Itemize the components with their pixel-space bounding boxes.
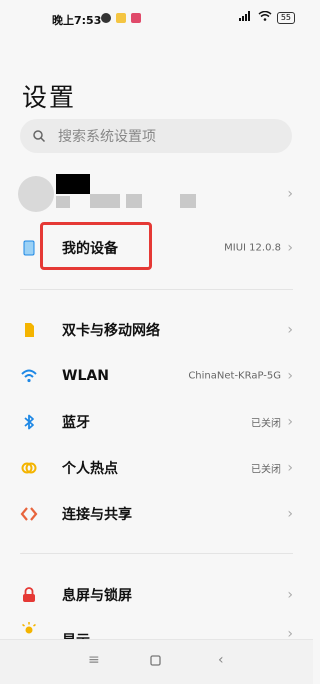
row-bluetooth[interactable]: 蓝牙 已关闭 › (0, 399, 313, 445)
chevron-right-icon: › (287, 587, 293, 603)
search-icon (33, 130, 46, 143)
search-placeholder: 搜索系统设置项 (58, 129, 156, 145)
row-label: 双卡与移动网络 (62, 323, 160, 339)
row-display[interactable]: 显示 › (0, 618, 313, 640)
divider (20, 289, 293, 290)
row-value: 已关闭 (251, 464, 281, 476)
home-icon[interactable] (150, 654, 161, 670)
row-value: ChinaNet-KRaP-5G (188, 370, 281, 382)
status-icons: 55 (238, 10, 295, 24)
back-icon[interactable]: ‹ (218, 652, 224, 668)
redacted-detail (180, 194, 196, 208)
device-icon (20, 239, 38, 257)
share-icon (20, 505, 38, 523)
search-input[interactable]: 搜索系统设置项 (20, 119, 292, 153)
menu-icon[interactable]: ≡ (88, 652, 100, 668)
sim-icon (20, 321, 38, 339)
battery-icon: 55 (276, 11, 295, 24)
status-time: 晚上7:53 (52, 14, 102, 27)
row-label: 连接与共享 (62, 507, 132, 523)
chevron-right-icon: › (287, 322, 293, 338)
row-label: 个人热点 (62, 461, 118, 477)
hotspot-icon (20, 459, 38, 477)
redacted-detail (126, 194, 142, 208)
wifi-status-icon (258, 10, 272, 24)
chevron-right-icon: › (287, 240, 293, 256)
row-hotspot[interactable]: 个人热点 已关闭 › (0, 445, 313, 491)
divider (20, 553, 293, 554)
row-wlan[interactable]: WLAN ChinaNet-KRaP-5G › (0, 353, 313, 399)
bluetooth-icon (20, 413, 38, 431)
redacted-name (56, 174, 90, 194)
chevron-right-icon: › (287, 506, 293, 522)
qq-icon (101, 13, 111, 23)
redacted-detail (56, 196, 70, 208)
wifi-icon (20, 367, 38, 385)
row-connection-sharing[interactable]: 连接与共享 › (0, 491, 313, 537)
page-title: 设置 (22, 83, 77, 112)
chevron-right-icon: › (287, 414, 293, 430)
row-lock-screen[interactable]: 息屏与锁屏 › (0, 572, 313, 618)
row-value: MIUI 12.0.8 (224, 242, 281, 254)
redacted-detail (90, 194, 120, 208)
row-label: WLAN (62, 368, 109, 384)
row-label: 息屏与锁屏 (62, 588, 132, 604)
highlight-box (40, 222, 152, 270)
app-notification-icon (116, 13, 126, 23)
status-bar: 晚上7:53 55 (0, 0, 313, 34)
account-row[interactable]: › (0, 170, 313, 220)
navigation-bar: ≡ ‹ (0, 639, 313, 684)
row-label: 蓝牙 (62, 415, 90, 431)
signal-icon (238, 11, 253, 24)
row-dual-sim[interactable]: 双卡与移动网络 › (0, 307, 313, 353)
lock-icon (20, 586, 38, 604)
row-value: 已关闭 (251, 418, 281, 430)
chevron-right-icon: › (287, 460, 293, 476)
chevron-right-icon: › (287, 368, 293, 384)
chevron-right-icon: › (287, 626, 293, 640)
app-notification-icon (131, 13, 141, 23)
avatar (18, 176, 54, 212)
display-icon (20, 621, 38, 639)
chevron-right-icon: › (287, 186, 293, 202)
